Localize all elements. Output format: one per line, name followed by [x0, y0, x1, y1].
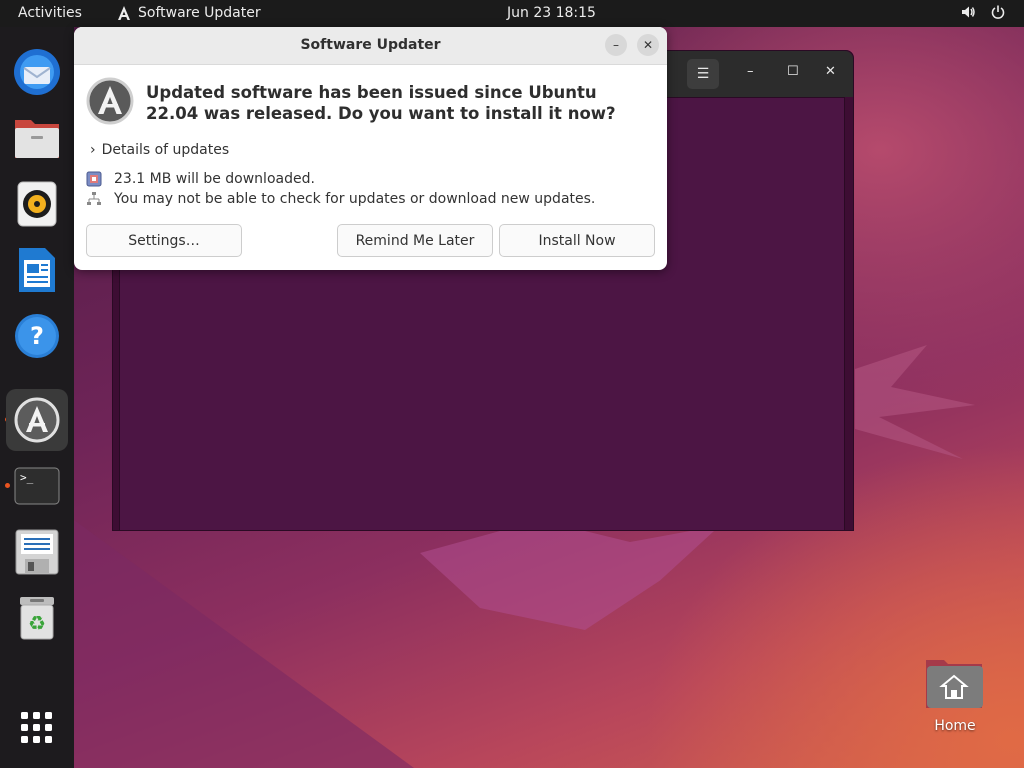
- dialog-title: Software Updater: [300, 37, 441, 53]
- apps-grid-icon: [21, 712, 52, 743]
- trash-icon: ♻: [20, 597, 54, 640]
- dock: ? >_ ♻: [0, 27, 74, 768]
- network-warning: You may not be able to check for updates…: [86, 191, 595, 207]
- close-icon[interactable]: ✕: [825, 64, 836, 79]
- home-folder-label[interactable]: Home: [924, 718, 986, 734]
- system-tray[interactable]: [960, 4, 1006, 20]
- details-expander[interactable]: › Details of updates: [90, 142, 229, 158]
- dock-item-software-updater[interactable]: [6, 389, 68, 451]
- dock-item-terminal[interactable]: >_: [6, 455, 68, 517]
- software-updater-icon: [86, 77, 134, 125]
- download-info: 23.1 MB will be downloaded.: [86, 171, 315, 187]
- terminal-icon: >_: [14, 467, 60, 505]
- dialog-heading: Updated software has been issued since U…: [146, 83, 616, 123]
- dock-item-trash[interactable]: ♻: [6, 587, 68, 649]
- network-warning-text: You may not be able to check for updates…: [114, 191, 596, 207]
- dock-item-save[interactable]: [6, 521, 68, 583]
- clock[interactable]: Jun 23 18:15: [507, 5, 596, 21]
- show-applications-button[interactable]: [6, 697, 68, 759]
- remind-me-later-button[interactable]: Remind Me Later: [337, 224, 493, 257]
- chevron-right-icon: ›: [90, 142, 96, 158]
- help-icon: ?: [15, 314, 59, 358]
- dialog-titlebar[interactable]: Software Updater – ✕: [74, 27, 667, 65]
- software-updater-icon: [14, 397, 60, 443]
- svg-text:>_: >_: [20, 471, 34, 484]
- dock-item-files[interactable]: [6, 107, 68, 169]
- power-icon[interactable]: [990, 4, 1006, 20]
- dialog-minimize-icon[interactable]: –: [605, 34, 627, 56]
- dock-item-help[interactable]: ?: [6, 305, 68, 367]
- volume-icon[interactable]: [960, 4, 976, 20]
- svg-text:♻: ♻: [28, 611, 46, 635]
- software-updater-dialog: Software Updater – ✕ Updated software ha…: [74, 27, 667, 270]
- network-icon: [87, 192, 101, 205]
- save-disk-icon: [15, 529, 59, 575]
- software-updater-small-icon: [118, 6, 130, 20]
- top-bar: Activities Software Updater Jun 23 18:15: [0, 0, 1024, 27]
- rhythmbox-icon: [17, 181, 57, 227]
- install-now-button[interactable]: Install Now: [499, 224, 655, 257]
- dock-item-writer[interactable]: [6, 239, 68, 301]
- activities-button[interactable]: Activities: [18, 5, 82, 21]
- minimize-icon[interactable]: –: [747, 64, 754, 79]
- dock-item-rhythmbox[interactable]: [6, 173, 68, 235]
- settings-button[interactable]: Settings…: [86, 224, 242, 257]
- download-package-icon: [86, 171, 102, 187]
- download-info-text: 23.1 MB will be downloaded.: [114, 171, 315, 187]
- app-menu[interactable]: Software Updater: [116, 5, 261, 21]
- home-folder-icon[interactable]: [924, 656, 984, 710]
- app-menu-label: Software Updater: [138, 5, 261, 21]
- details-label: Details of updates: [101, 142, 230, 158]
- hamburger-menu-icon[interactable]: ☰: [687, 59, 719, 89]
- libreoffice-writer-icon: [19, 248, 55, 292]
- svg-text:?: ?: [30, 322, 44, 350]
- wallpaper-shard: [855, 345, 975, 459]
- wallpaper-shard: [74, 520, 414, 768]
- maximize-icon[interactable]: ☐: [787, 64, 799, 79]
- dock-item-thunderbird[interactable]: [6, 41, 68, 103]
- thunderbird-icon: [14, 49, 60, 95]
- dialog-close-icon[interactable]: ✕: [637, 34, 659, 56]
- files-icon: [15, 120, 59, 158]
- wallpaper-shard: [420, 520, 720, 630]
